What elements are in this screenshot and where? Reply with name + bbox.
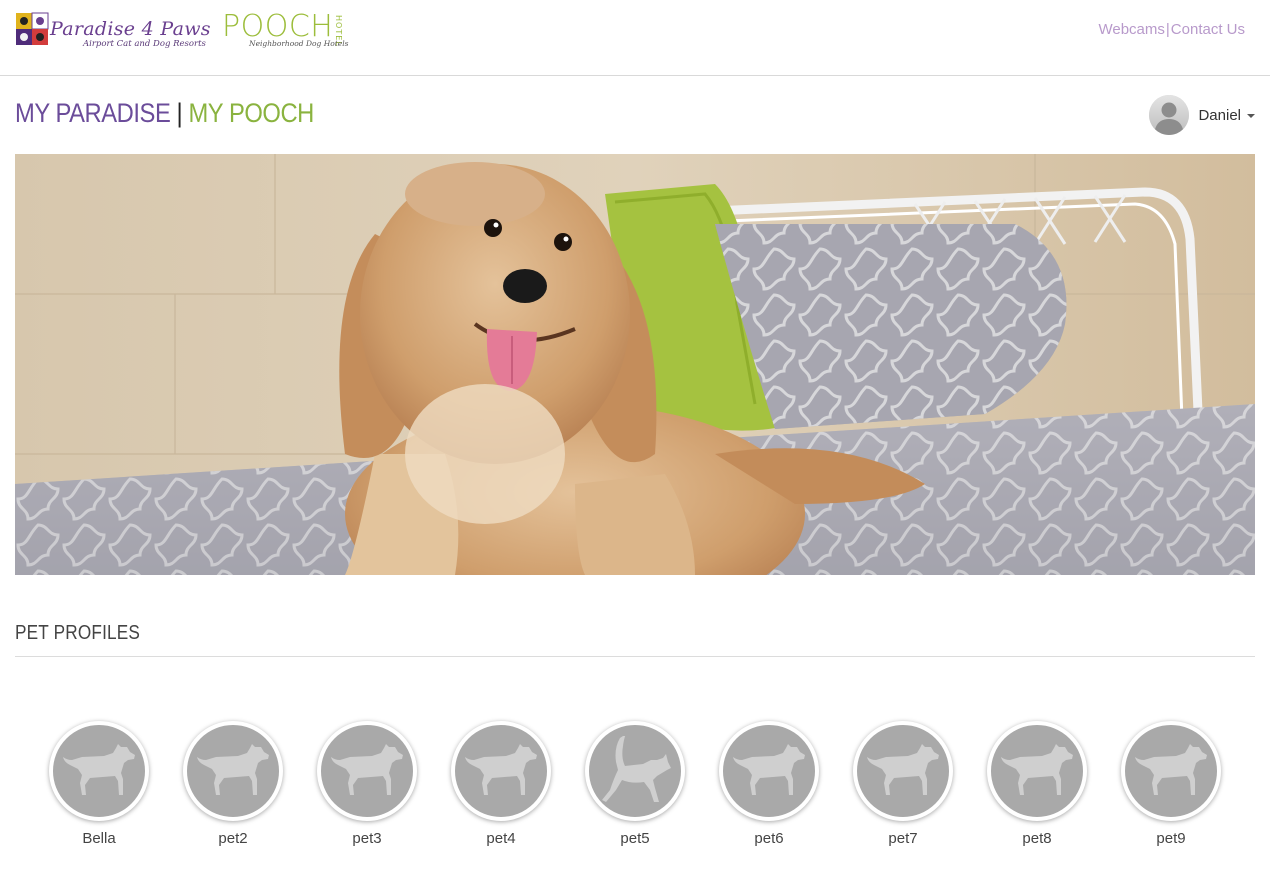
pet-avatar <box>183 721 283 821</box>
pet-avatar <box>451 721 551 821</box>
user-name: Daniel <box>1198 106 1241 124</box>
page-title: MY PARADISE | MY POOCH <box>15 98 314 129</box>
pooch-logo-tagline: Neighborhood Dog Hotels <box>249 39 349 48</box>
dog-icon <box>733 744 805 795</box>
pet-name: pet8 <box>1022 830 1052 847</box>
dog-on-bed-illustration <box>15 154 1255 575</box>
dog-icon <box>331 744 403 795</box>
pet-name: pet5 <box>620 830 650 847</box>
pet-avatar <box>317 721 417 821</box>
paradise-4-paws-logo-name: Paradise 4 Paws <box>50 18 211 40</box>
pet-name: pet4 <box>486 830 516 847</box>
pet-profile-bella[interactable]: Bella <box>49 721 149 847</box>
top-links: Webcams|Contact Us <box>1098 21 1245 38</box>
pet-profile-pet4[interactable]: pet4 <box>451 721 551 847</box>
cat-icon <box>602 736 671 802</box>
pet-name: pet9 <box>1156 830 1186 847</box>
pet-avatar <box>1121 721 1221 821</box>
pet-profiles-heading: PET PROFILES <box>15 622 141 644</box>
pet-name: pet2 <box>218 830 248 847</box>
hero-image <box>15 154 1255 575</box>
pet-name: pet3 <box>352 830 382 847</box>
pet-avatar <box>49 721 149 821</box>
section-divider <box>15 656 1255 657</box>
pet-avatar <box>987 721 1087 821</box>
paw-mosaic-icon <box>16 12 49 45</box>
dog-icon <box>1135 744 1207 795</box>
pet-profile-pet6[interactable]: pet6 <box>719 721 819 847</box>
user-silhouette-icon <box>1149 95 1190 135</box>
pet-name: pet6 <box>754 830 784 847</box>
pet-profile-pet8[interactable]: pet8 <box>987 721 1087 847</box>
dog-icon <box>465 744 537 795</box>
paradise-4-paws-logo[interactable]: Paradise 4 Paws Airport Cat and Dog Reso… <box>15 12 211 52</box>
avatar <box>1149 95 1190 135</box>
user-menu-dropdown[interactable]: Daniel <box>1149 95 1255 135</box>
dog-icon <box>1001 744 1073 795</box>
pet-profile-pet5[interactable]: pet5 <box>585 721 685 847</box>
top-bar: Paradise 4 Paws Airport Cat and Dog Reso… <box>0 0 1270 76</box>
pet-name: pet7 <box>888 830 918 847</box>
contact-us-link[interactable]: Contact Us <box>1171 21 1245 38</box>
pet-avatar <box>585 721 685 821</box>
dog-icon <box>197 744 269 795</box>
dog-icon <box>867 744 939 795</box>
dog-icon <box>63 744 135 795</box>
pet-avatar <box>719 721 819 821</box>
title-separator: | <box>176 98 183 128</box>
pet-profile-pet2[interactable]: pet2 <box>183 721 283 847</box>
pet-profile-pet3[interactable]: pet3 <box>317 721 417 847</box>
paradise-4-paws-logo-tagline: Airport Cat and Dog Resorts <box>83 39 206 49</box>
chevron-down-icon <box>1247 114 1255 118</box>
pooch-hotel-logo[interactable]: POOCH HOTEL Neighborhood Dog Hotels <box>222 9 352 53</box>
webcams-link[interactable]: Webcams <box>1098 21 1164 38</box>
pet-profile-pet7[interactable]: pet7 <box>853 721 953 847</box>
pet-profile-pet9[interactable]: pet9 <box>1121 721 1221 847</box>
my-pooch-title: MY POOCH <box>188 98 314 128</box>
my-paradise-title: MY PARADISE <box>15 98 171 128</box>
pet-name: Bella <box>82 830 116 847</box>
pet-avatar <box>853 721 953 821</box>
